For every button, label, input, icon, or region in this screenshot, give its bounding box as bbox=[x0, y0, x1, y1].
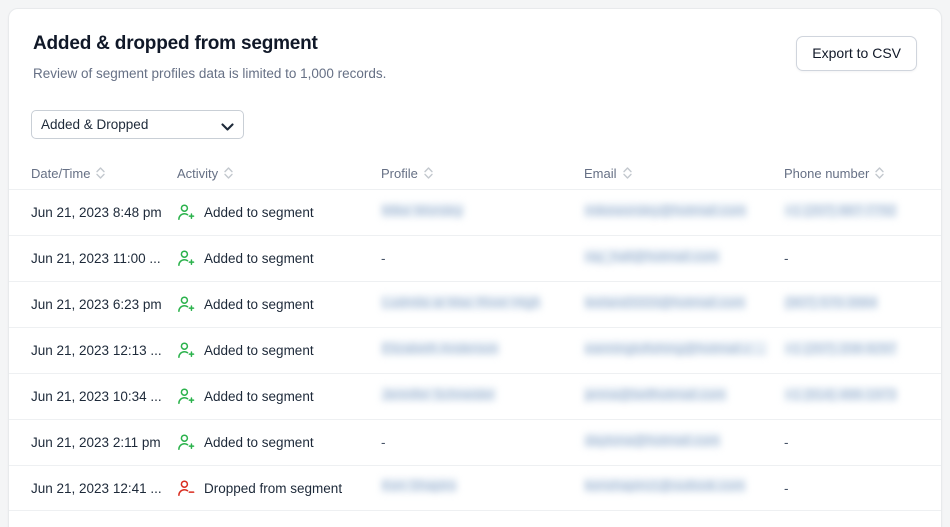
table-body: Jun 21, 2023 8:48 pm Added to segment Mike… bbox=[9, 189, 941, 511]
cell-activity: Dropped from segment bbox=[177, 479, 381, 498]
cell-datetime: Jun 21, 2023 10:34 ... bbox=[31, 389, 177, 404]
cell-datetime: Jun 21, 2023 8:48 pm bbox=[31, 205, 177, 220]
cell-email: jenna@bellhotmail.com bbox=[584, 387, 784, 407]
cell-phone: - bbox=[784, 481, 921, 496]
activity-label: Added to segment bbox=[204, 205, 314, 220]
column-header-label: Email bbox=[584, 166, 617, 181]
sort-icon[interactable] bbox=[874, 166, 885, 180]
segment-activity-card: Added & dropped from segment Review of s… bbox=[8, 8, 942, 527]
cell-datetime: Jun 21, 2023 6:23 pm bbox=[31, 297, 177, 312]
cell-activity: Added to segment bbox=[177, 295, 381, 314]
cell-profile: - bbox=[381, 251, 584, 266]
redacted-value: Ludmila at Mac River High bbox=[381, 295, 541, 310]
cell-activity: Added to segment bbox=[177, 433, 381, 452]
cell-activity: Added to segment bbox=[177, 249, 381, 268]
table-row[interactable]: Jun 21, 2023 2:11 pmAdded to segment-day… bbox=[9, 419, 941, 465]
cell-profile: Ken Shapiro bbox=[381, 478, 584, 498]
activity-label: Added to segment bbox=[204, 343, 314, 358]
redacted-value: mikeworsley@hotmail.com bbox=[584, 203, 747, 218]
table-row[interactable]: Jun 21, 2023 12:13 ... Added to segment El… bbox=[9, 327, 941, 373]
column-header-label: Date/Time bbox=[31, 166, 90, 181]
page-title: Added & dropped from segment bbox=[33, 33, 917, 56]
person-add-icon bbox=[177, 341, 196, 360]
table-row[interactable]: Jun 21, 2023 6:23 pm Added to segment Ludm… bbox=[9, 281, 941, 327]
cell-profile: - bbox=[381, 435, 584, 450]
cell-email: kenshapiro1@outlook.com bbox=[584, 478, 784, 498]
cell-activity: Added to segment bbox=[177, 203, 381, 222]
redacted-value: (907) 570-3984 bbox=[784, 295, 878, 310]
activity-label: Added to segment bbox=[204, 297, 314, 312]
page-subtitle: Review of segment profiles data is limit… bbox=[33, 65, 917, 83]
table-row[interactable]: Jun 21, 2023 8:48 pm Added to segment Mike… bbox=[9, 189, 941, 235]
card-header: Added & dropped from segment Review of s… bbox=[9, 9, 941, 82]
redacted-value: kenshapiro1@outlook.com bbox=[584, 478, 746, 493]
cell-datetime: Jun 21, 2023 12:41 ... bbox=[31, 481, 177, 496]
cell-activity: Added to segment bbox=[177, 387, 381, 406]
activity-label: Added to segment bbox=[204, 251, 314, 266]
table-row[interactable]: Jun 21, 2023 10:34 ... Added to segment Je… bbox=[9, 373, 941, 419]
redacted-value: leeland3333@hotmail.com bbox=[584, 295, 746, 310]
redacted-value: +1 (914) 486-1973 bbox=[784, 387, 897, 402]
redacted-value: Mike Worsley bbox=[381, 203, 464, 218]
export-to-csv-button[interactable]: Export to CSV bbox=[796, 36, 917, 71]
table-header-row: Date/Time Activity Profile Email Phone numbe… bbox=[9, 157, 941, 189]
table-row[interactable]: Jun 21, 2023 11:00 ...Added to segment-r… bbox=[9, 235, 941, 281]
redacted-value: eanningtofishing@hotmail.c ... bbox=[584, 341, 767, 356]
redacted-value: +1 (207) 887-7792 bbox=[784, 203, 897, 218]
activity-label: Dropped from segment bbox=[204, 481, 342, 496]
cell-phone: +1 (207) 208-9297 bbox=[784, 341, 921, 361]
activity-table: Date/Time Activity Profile Email Phone numbe… bbox=[9, 157, 941, 511]
sort-icon[interactable] bbox=[223, 166, 234, 180]
cell-activity: Added to segment bbox=[177, 341, 381, 360]
person-add-icon bbox=[177, 249, 196, 268]
sort-icon[interactable] bbox=[423, 166, 434, 180]
column-header-activity[interactable]: Activity bbox=[177, 166, 381, 181]
cell-datetime: Jun 21, 2023 11:00 ... bbox=[31, 251, 177, 266]
activity-label: Added to segment bbox=[204, 435, 314, 450]
cell-phone: +1 (914) 486-1973 bbox=[784, 387, 921, 407]
activity-label: Added to segment bbox=[204, 389, 314, 404]
column-header-label: Activity bbox=[177, 166, 218, 181]
column-header-profile[interactable]: Profile bbox=[381, 166, 584, 181]
activity-filter[interactable]: Added & DroppedAddedDropped bbox=[31, 110, 244, 139]
redacted-value: Ken Shapiro bbox=[381, 478, 457, 493]
cell-email: eanningtofishing@hotmail.c ... bbox=[584, 341, 784, 361]
redacted-value: +1 (207) 208-9297 bbox=[784, 341, 897, 356]
column-header-date-time[interactable]: Date/Time bbox=[31, 166, 177, 181]
cell-phone: - bbox=[784, 251, 921, 266]
column-header-label: Profile bbox=[381, 166, 418, 181]
cell-phone: +1 (207) 887-7792 bbox=[784, 203, 921, 223]
person-add-icon bbox=[177, 433, 196, 452]
cell-profile: Ludmila at Mac River High bbox=[381, 295, 584, 315]
cell-profile: Elizabeth Anderson bbox=[381, 341, 584, 361]
redacted-value: jenna@bellhotmail.com bbox=[584, 387, 727, 402]
sort-icon[interactable] bbox=[622, 166, 633, 180]
redacted-value: daytona@hotmail.com bbox=[584, 433, 721, 448]
activity-filter-select[interactable]: Added & DroppedAddedDropped bbox=[31, 110, 244, 139]
cell-profile: Mike Worsley bbox=[381, 203, 584, 223]
redacted-value: ray_hall@hotmail.com bbox=[584, 249, 720, 264]
person-add-icon bbox=[177, 203, 196, 222]
cell-email: daytona@hotmail.com bbox=[584, 433, 784, 453]
page-root: Added & dropped from segment Review of s… bbox=[0, 0, 950, 527]
redacted-value: Elizabeth Anderson bbox=[381, 341, 499, 356]
person-add-icon bbox=[177, 295, 196, 314]
cell-datetime: Jun 21, 2023 2:11 pm bbox=[31, 435, 177, 450]
cell-email: mikeworsley@hotmail.com bbox=[584, 203, 784, 223]
cell-datetime: Jun 21, 2023 12:13 ... bbox=[31, 343, 177, 358]
cell-phone: - bbox=[784, 435, 921, 450]
cell-phone: (907) 570-3984 bbox=[784, 295, 921, 315]
column-header-email[interactable]: Email bbox=[584, 166, 784, 181]
cell-email: leeland3333@hotmail.com bbox=[584, 295, 784, 315]
cell-profile: Jennifer Schneider bbox=[381, 387, 584, 407]
table-row[interactable]: Jun 21, 2023 12:41 ... Dropped from segme… bbox=[9, 465, 941, 511]
redacted-value: Jennifer Schneider bbox=[381, 387, 496, 402]
person-add-icon bbox=[177, 387, 196, 406]
person-remove-icon bbox=[177, 479, 196, 498]
cell-email: ray_hall@hotmail.com bbox=[584, 249, 784, 269]
column-header-label: Phone number bbox=[784, 166, 869, 181]
column-header-phone-number[interactable]: Phone number bbox=[784, 166, 921, 181]
sort-icon[interactable] bbox=[95, 166, 106, 180]
